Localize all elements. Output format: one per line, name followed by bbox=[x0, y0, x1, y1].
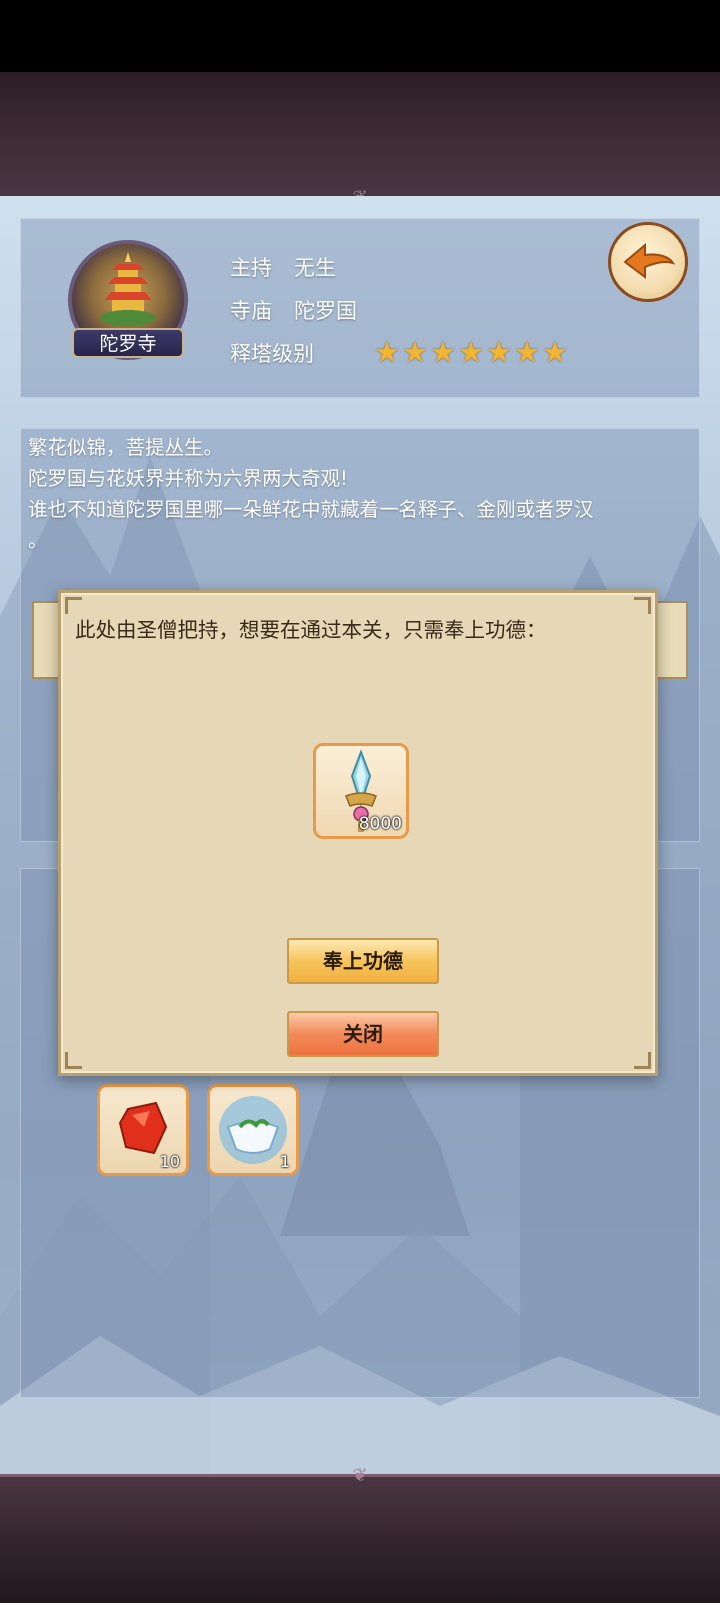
host-label: 主持 bbox=[230, 256, 272, 280]
corner-ornament bbox=[634, 597, 651, 614]
offering-dialog: 此处由圣僧把持，想要在通过本关，只需奉上功德： 8000 奉上功德 关闭 bbox=[58, 590, 658, 1076]
offer-merit-button[interactable]: 奉上功德 bbox=[287, 938, 439, 984]
temple-description: 繁花似锦，菩提丛生。 陀罗国与花妖界并称为六界两大奇观! 谁也不知道陀罗国里哪一… bbox=[28, 432, 688, 556]
star-icon: ★ bbox=[430, 335, 456, 369]
description-line: 陀罗国与花妖界并称为六界两大奇观! bbox=[28, 467, 348, 490]
temple-label: 寺庙 bbox=[230, 299, 272, 323]
reward-count: 1 bbox=[279, 1152, 290, 1171]
level-label: 释塔级别 bbox=[230, 342, 314, 366]
merit-cost-item[interactable]: 8000 bbox=[313, 743, 409, 839]
corner-ornament bbox=[65, 1052, 82, 1069]
top-frame: ❦ bbox=[0, 72, 720, 208]
star-icon: ★ bbox=[458, 335, 484, 369]
host-value: 无生 bbox=[294, 256, 336, 280]
star-icon: ★ bbox=[486, 335, 512, 369]
description-line: 谁也不知道陀罗国里哪一朵鲜花中就藏着一名释子、金刚或者罗汉 bbox=[28, 498, 594, 521]
bottom-frame: ❦ bbox=[0, 1465, 720, 1603]
star-icon: ★ bbox=[374, 335, 400, 369]
corner-ornament bbox=[65, 597, 82, 614]
star-icon: ★ bbox=[402, 335, 428, 369]
close-button[interactable]: 关闭 bbox=[287, 1011, 439, 1057]
back-button[interactable] bbox=[608, 222, 688, 302]
reward-item-red-gem[interactable]: 10 bbox=[97, 1084, 189, 1176]
bottom-ornament: ❦ bbox=[352, 1465, 368, 1486]
star-icon: ★ bbox=[542, 335, 568, 369]
host-row: 主持 无生 bbox=[230, 252, 336, 282]
emblem-label: 陀罗寺 bbox=[72, 328, 184, 358]
merit-cost-count: 8000 bbox=[358, 814, 402, 834]
level-stars: ★ ★ ★ ★ ★ ★ ★ bbox=[374, 337, 568, 367]
reward-item-tea-bowl[interactable]: 1 bbox=[207, 1084, 299, 1176]
description-line: 繁花似锦，菩提丛生。 bbox=[28, 436, 224, 459]
back-arrow-icon bbox=[623, 242, 676, 279]
corner-ornament bbox=[634, 1052, 651, 1069]
pagoda-icon bbox=[100, 252, 156, 326]
dialog-message: 此处由圣僧把持，想要在通过本关，只需奉上功德： bbox=[75, 618, 547, 642]
temple-emblem: 陀罗寺 bbox=[64, 236, 192, 374]
star-icon: ★ bbox=[514, 335, 540, 369]
level-row: 释塔级别 bbox=[230, 338, 314, 368]
temple-value: 陀罗国 bbox=[294, 299, 357, 323]
status-bar bbox=[0, 0, 720, 72]
reward-count: 10 bbox=[159, 1152, 180, 1171]
temple-row: 寺庙 陀罗国 bbox=[230, 295, 357, 325]
description-line: 。 bbox=[28, 529, 48, 552]
